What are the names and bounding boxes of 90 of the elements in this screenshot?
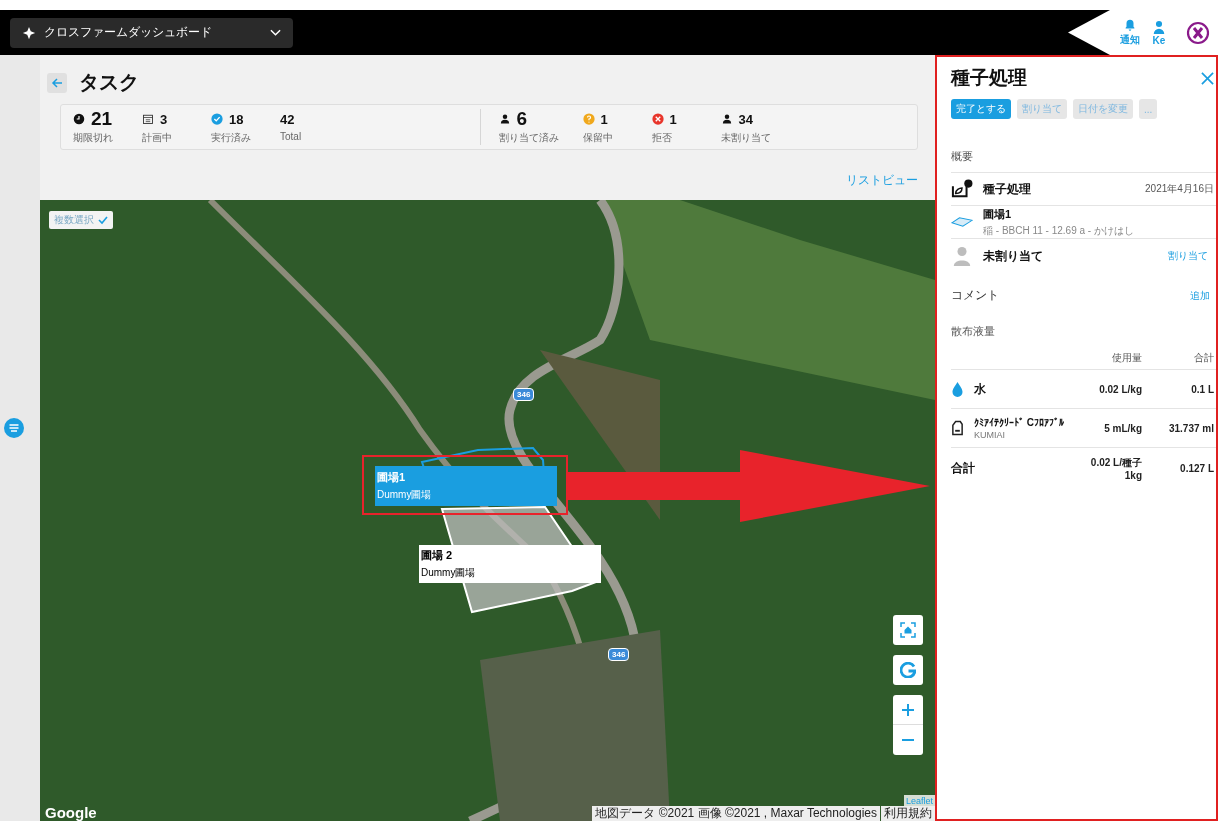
road-number-badge: 346 xyxy=(608,648,630,661)
chevron-down-icon xyxy=(270,28,281,37)
person-icon xyxy=(720,113,733,125)
plus-icon xyxy=(900,701,916,718)
terms-link[interactable]: 利用規約 xyxy=(881,806,935,821)
field-name: 圃場1 xyxy=(983,206,1013,222)
table-cell-text: 0.127 L xyxy=(1179,462,1214,474)
task-date: 2021年4月16日 xyxy=(1145,182,1214,196)
action-button[interactable]: ... xyxy=(1139,99,1158,119)
stat-value: 3 xyxy=(160,111,168,127)
assign-link[interactable]: 割り当て xyxy=(1168,249,1214,263)
notifications-button[interactable]: 通知 xyxy=(1120,18,1140,47)
road-number-badge: 346 xyxy=(513,388,535,401)
list-circle-icon[interactable] xyxy=(4,418,24,438)
stat-value: 42 xyxy=(280,111,295,127)
stat-label: 保留中 xyxy=(582,131,614,145)
app-selector[interactable]: クロスファームダッシュボード xyxy=(10,17,293,48)
field-name: 圃場1 xyxy=(377,470,407,485)
column-header: 合計 xyxy=(1193,351,1214,365)
stat-value: 6 xyxy=(516,108,528,130)
table-cell: 1kg xyxy=(1124,469,1142,481)
map-logo: Google xyxy=(45,804,97,821)
back-button[interactable] xyxy=(47,72,67,93)
multi-select-toggle[interactable]: 複数選択 xyxy=(49,211,113,229)
column-header: 使用量 xyxy=(1111,351,1142,365)
water-drop-icon xyxy=(951,381,964,397)
question-circle-icon xyxy=(582,113,595,125)
home-extent-button[interactable] xyxy=(893,615,923,645)
table-cell: 0.02 L/種子 xyxy=(1090,455,1142,470)
clock-icon xyxy=(73,113,85,125)
page-title: タスク xyxy=(79,70,139,95)
action-button[interactable]: 完了とする xyxy=(951,99,1011,119)
table-cell-text: 0.1 L xyxy=(1190,383,1214,395)
leaflet-link[interactable]: Leaflet xyxy=(903,795,935,807)
person-icon xyxy=(1152,19,1166,34)
google-layer-button[interactable] xyxy=(893,655,923,685)
stat-label: 計画中 xyxy=(142,131,173,145)
calendar-icon xyxy=(142,113,154,125)
stat-label: 拒否 xyxy=(651,131,673,145)
add-comment-link[interactable]: 追加 xyxy=(1190,288,1216,303)
user-button[interactable]: Ke xyxy=(1152,19,1166,46)
stat-label: 期限切れ xyxy=(73,131,114,145)
list-view-link[interactable]: リストビュー xyxy=(846,172,918,189)
stat-label: 未割り当て xyxy=(720,131,771,145)
person-silhouette-icon xyxy=(951,246,973,266)
field-detail: 稲 - BBCH 11 - 12.69 a - かけはし xyxy=(983,223,1134,238)
task-name: 種子処理 xyxy=(983,180,1032,198)
panel-title: 種子処理 xyxy=(951,66,1027,90)
product-name: ｸﾐｱｲﾃｸﾘｰﾄﾞ Cﾌﾛｱﾌﾞﾙ xyxy=(974,416,1064,428)
app-title: クロスファームダッシュボード xyxy=(44,24,213,41)
section-heading: 散布液量 xyxy=(951,324,996,339)
arrow-left-icon xyxy=(51,76,63,89)
circled-x-logo-icon[interactable] xyxy=(1186,20,1210,45)
stat-value: 21 xyxy=(91,108,113,130)
bottle-icon xyxy=(951,420,964,436)
check-circle-icon xyxy=(211,113,223,125)
field-subtitle: Dummy圃場 xyxy=(421,566,477,580)
total-label: 合計 xyxy=(951,459,976,477)
stat-label: 実行済み xyxy=(211,131,252,145)
action-button[interactable]: 日付を変更 xyxy=(1073,99,1133,119)
section-heading: 概要 xyxy=(951,149,1216,173)
person-icon xyxy=(498,113,511,125)
close-icon[interactable] xyxy=(1201,71,1214,85)
assignee-name: 未割り当て xyxy=(983,247,1044,265)
field-subtitle: Dummy圃場 xyxy=(377,488,433,502)
field-label[interactable]: 圃場1 Dummy圃場 xyxy=(375,466,557,506)
product-name: 水 xyxy=(974,380,986,398)
minus-icon xyxy=(902,739,914,741)
home-frame-icon xyxy=(900,622,916,638)
field-label[interactable]: 圃場 2 Dummy圃場 xyxy=(419,545,601,583)
zoom-out-button[interactable] xyxy=(893,725,923,755)
stat-label: 割り当て済み xyxy=(498,131,559,145)
stat-label: Total xyxy=(280,131,303,142)
stat-value: 1 xyxy=(600,111,608,127)
map-attribution: 地図データ ©2021 画像 ©2021 , Maxar Technologies xyxy=(592,806,880,821)
g-letter-icon xyxy=(900,662,916,678)
action-button[interactable]: 割り当て xyxy=(1017,99,1067,119)
stat-value: 34 xyxy=(738,111,753,127)
table-cell-text: 5 mL/kg xyxy=(1103,422,1142,434)
table-cell-text: 31.737 ml xyxy=(1167,422,1214,434)
comments-heading: コメント xyxy=(951,287,999,304)
manufacturer: KUMIAI xyxy=(974,429,1006,440)
bell-icon xyxy=(1123,18,1137,32)
stat-value: 1 xyxy=(669,111,677,127)
stat-value: 18 xyxy=(229,111,244,127)
table-cell-text: 0.02 L/kg xyxy=(1098,383,1142,395)
zoom-in-button[interactable] xyxy=(893,695,923,725)
seed-bag-icon xyxy=(951,179,973,199)
x-circle-icon xyxy=(651,113,664,125)
field-name: 圃場 2 xyxy=(421,548,454,563)
